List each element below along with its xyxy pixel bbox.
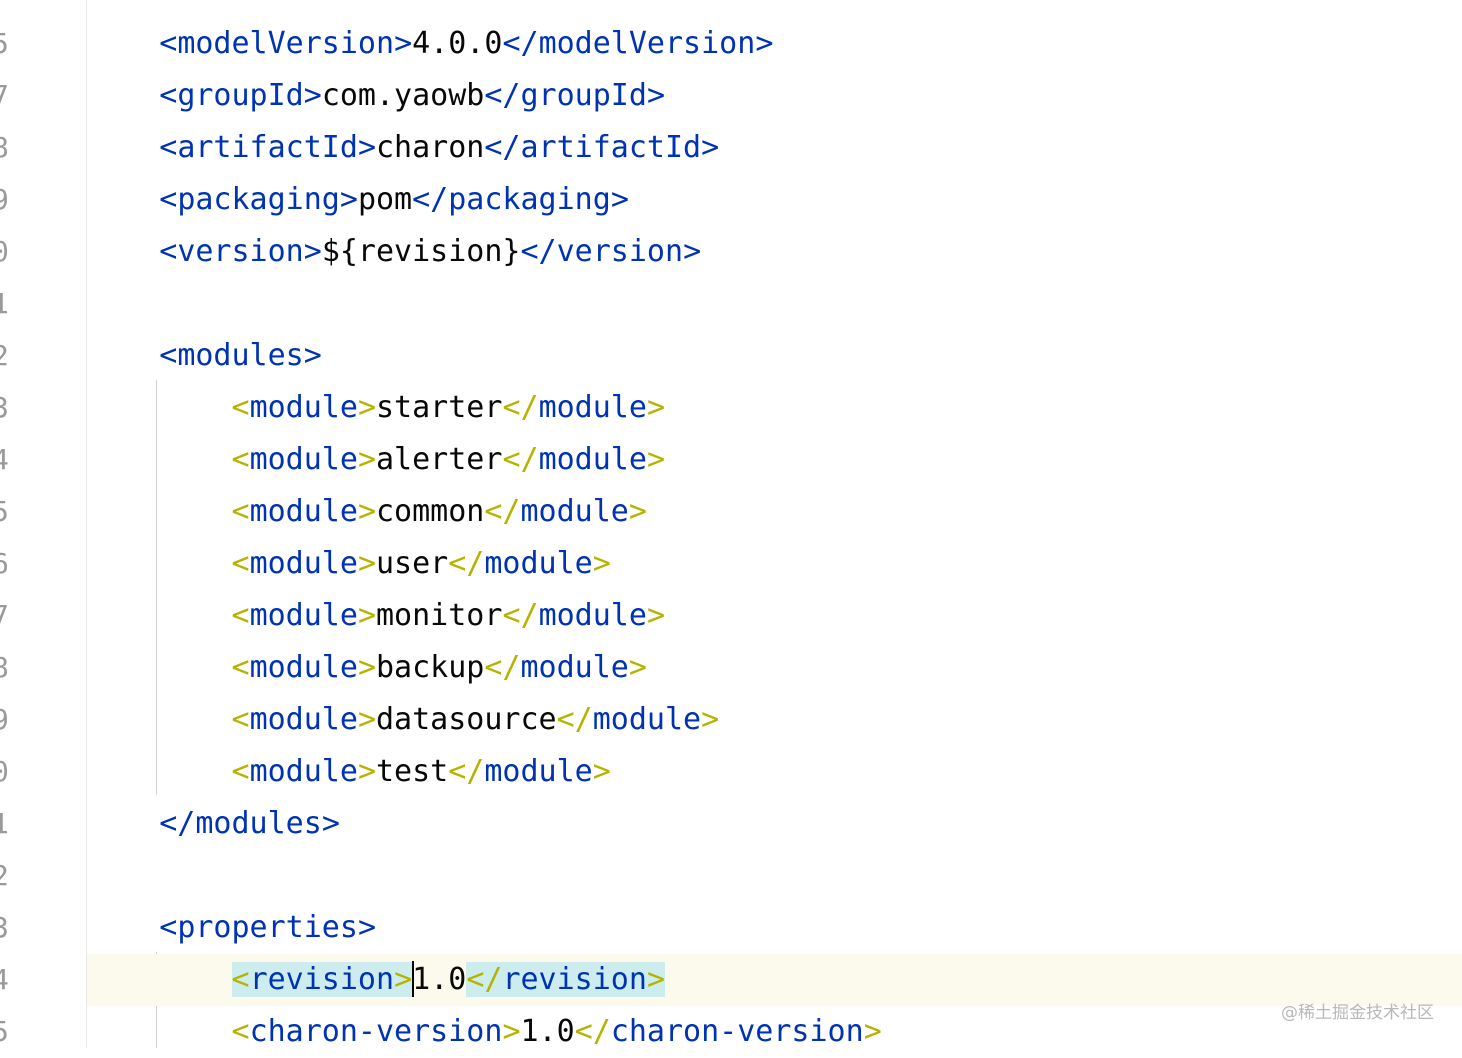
xml-value: monitor — [376, 598, 503, 633]
line-number: 8 — [0, 131, 9, 164]
matched-tag-highlight: <revision> — [231, 962, 413, 997]
xml-tag: version — [556, 234, 684, 269]
xml-value: com.yaowb — [321, 78, 485, 113]
xml-value: user — [376, 546, 449, 581]
xml-tag: module — [538, 598, 647, 633]
xml-tag: module — [592, 702, 702, 737]
code-line[interactable]: <groupId>com.yaowb</groupId> — [87, 70, 1462, 122]
xml-tag: module — [249, 442, 358, 477]
xml-tag: properties — [177, 910, 358, 945]
xml-tag: modelVersion — [177, 26, 395, 61]
xml-value: 4.0.0 — [412, 26, 503, 61]
xml-tag: revision — [502, 962, 647, 997]
xml-tag: artifactId — [520, 130, 702, 165]
code-line[interactable]: <charon-version>1.0</charon-version> — [87, 1006, 1462, 1058]
code-line[interactable]: <modelVersion>4.0.0</modelVersion> — [87, 18, 1462, 70]
line-number: 3 — [0, 911, 9, 944]
xml-tag: modules — [177, 338, 304, 373]
xml-tag: version — [177, 234, 304, 269]
line-number: 7 — [0, 79, 9, 112]
watermark: @稀土掘金技术社区 — [1281, 1003, 1434, 1023]
text-caret — [412, 960, 415, 997]
line-number: 1 — [0, 287, 9, 320]
line-number: 6 — [0, 547, 9, 580]
line-number: 0 — [0, 755, 9, 788]
code-line[interactable]: <module>monitor</module> — [87, 590, 1462, 642]
xml-tag: module — [484, 546, 593, 581]
line-number: 5 — [0, 495, 9, 528]
code-line[interactable]: <module>alerter</module> — [87, 434, 1462, 486]
xml-value: datasource — [376, 702, 557, 737]
xml-tag: packaging — [448, 182, 611, 217]
code-line[interactable]: </modules> — [87, 798, 1462, 850]
xml-tag: module — [538, 390, 647, 425]
xml-tag: charon-version — [610, 1014, 864, 1049]
line-number: 5 — [0, 27, 9, 60]
xml-tag: module — [520, 494, 629, 529]
xml-tag: module — [249, 598, 358, 633]
line-number: 8 — [0, 651, 9, 684]
xml-tag: module — [249, 650, 358, 685]
line-number: 1 — [0, 807, 9, 840]
line-number: 2 — [0, 859, 9, 892]
xml-value: ${revision} — [321, 234, 521, 269]
line-number: 3 — [0, 391, 9, 424]
code-line[interactable]: <version>${revision}</version> — [87, 226, 1462, 278]
xml-tag: groupId — [177, 78, 304, 113]
xml-tag: charon-version — [249, 1014, 503, 1049]
xml-tag: module — [249, 390, 358, 425]
xml-tag: artifactId — [177, 130, 358, 165]
xml-value: 1.0 — [520, 1014, 575, 1049]
xml-value: starter — [376, 390, 503, 425]
xml-tag: revision — [249, 962, 395, 997]
xml-value: pom — [357, 182, 413, 217]
xml-tag: module — [520, 650, 629, 685]
line-number: 9 — [0, 703, 9, 736]
line-number: 4 — [0, 963, 9, 996]
line-number: 7 — [0, 599, 9, 632]
xml-tag: groupId — [520, 78, 647, 113]
xml-value: 1 — [412, 962, 431, 997]
current-code-line[interactable]: <revision>1.0</revision> — [87, 954, 1462, 1006]
code-line[interactable]: <modules> — [87, 330, 1462, 382]
xml-tag: module — [249, 702, 358, 737]
line-number: 2 — [0, 339, 9, 372]
line-number: 4 — [0, 443, 9, 476]
matched-tag-highlight: </revision> — [466, 962, 665, 997]
code-line[interactable]: <module>starter</module> — [87, 382, 1462, 434]
xml-value: .0 — [430, 962, 467, 997]
xml-tag: module — [249, 546, 358, 581]
code-line[interactable]: <properties> — [87, 902, 1462, 954]
xml-value: backup — [376, 650, 485, 685]
xml-value: common — [376, 494, 485, 529]
xml-tag: module — [249, 754, 358, 789]
xml-tag: module — [538, 442, 647, 477]
code-line[interactable]: <module>datasource</module> — [87, 694, 1462, 746]
code-line[interactable]: <module>common</module> — [87, 486, 1462, 538]
line-number: 9 — [0, 183, 9, 216]
xml-value: test — [376, 754, 449, 789]
xml-tag: packaging — [177, 182, 340, 217]
line-number: 0 — [0, 235, 9, 268]
code-line[interactable]: <artifactId>charon</artifactId> — [87, 122, 1462, 174]
code-line[interactable]: <module>user</module> — [87, 538, 1462, 590]
line-number-gutter — [0, 0, 87, 1048]
xml-tag: modules — [195, 806, 322, 841]
xml-tag: module — [249, 494, 358, 529]
line-number: 5 — [0, 1015, 9, 1048]
xml-tag: modelVersion — [538, 26, 756, 61]
code-line[interactable]: <module>test</module> — [87, 746, 1462, 798]
xml-value: alerter — [376, 442, 503, 477]
xml-tag: module — [484, 754, 593, 789]
xml-value: charon — [376, 130, 485, 165]
code-line[interactable]: <module>backup</module> — [87, 642, 1462, 694]
code-line[interactable]: <packaging>pom</packaging> — [87, 174, 1462, 226]
